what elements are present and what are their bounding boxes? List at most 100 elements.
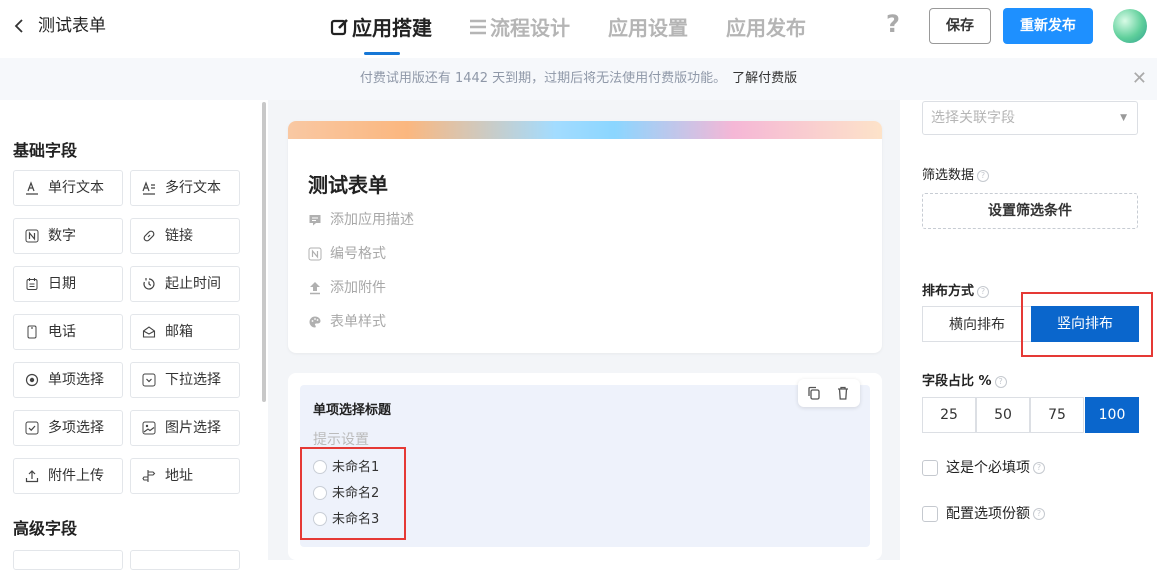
comment-icon bbox=[308, 213, 322, 227]
close-icon[interactable]: ✕ bbox=[1132, 58, 1147, 100]
tab-process-design[interactable]: 流程设计 bbox=[468, 14, 570, 44]
field-image-choice[interactable]: 图片选择 bbox=[130, 410, 240, 446]
field-label: 起止时间 bbox=[165, 276, 221, 292]
question-mark-icon[interactable]: ? bbox=[977, 169, 990, 182]
number-format-icon bbox=[308, 247, 322, 261]
field-number[interactable]: 数字 bbox=[13, 218, 123, 254]
save-button[interactable]: 保存 bbox=[929, 8, 991, 44]
republish-button[interactable]: 重新发布 bbox=[1003, 8, 1093, 44]
avatar[interactable] bbox=[1113, 9, 1147, 43]
help-icon[interactable]: ? bbox=[886, 10, 900, 38]
single-line-text-icon bbox=[25, 181, 39, 195]
palette-icon bbox=[308, 315, 322, 329]
field-label: 多行文本 bbox=[165, 180, 221, 196]
list-icon bbox=[468, 16, 488, 44]
option-label: 添加应用描述 bbox=[330, 212, 414, 228]
radio-icon bbox=[25, 373, 39, 387]
form-title[interactable]: 测试表单 bbox=[308, 169, 388, 198]
highlight-box bbox=[1021, 292, 1153, 357]
form-banner bbox=[288, 121, 882, 139]
palette-scrollbar[interactable] bbox=[262, 102, 266, 402]
add-app-description[interactable]: 添加应用描述 bbox=[308, 210, 414, 230]
question-mark-icon[interactable]: ? bbox=[1033, 508, 1045, 520]
tab-app-publish[interactable]: 应用发布 bbox=[726, 14, 806, 42]
checkbox-icon bbox=[25, 421, 39, 435]
question-mark-icon[interactable]: ? bbox=[977, 285, 990, 298]
ratio-option-100[interactable]: 100 bbox=[1085, 397, 1139, 433]
option-score-checkbox[interactable]: 配置选项份额? bbox=[922, 506, 1045, 522]
link-icon bbox=[142, 229, 156, 243]
ratio-option-25[interactable]: 25 bbox=[922, 397, 976, 433]
field-label: 下拉选择 bbox=[165, 372, 221, 388]
ratio-option-50[interactable]: 50 bbox=[976, 397, 1030, 433]
field-dropdown[interactable]: 下拉选择 bbox=[130, 362, 240, 398]
field-label: 单项选择 bbox=[48, 372, 104, 388]
copy-icon[interactable] bbox=[806, 385, 822, 401]
field-single-choice[interactable]: 单项选择 bbox=[13, 362, 123, 398]
field-phone[interactable]: 电话 bbox=[13, 314, 123, 350]
label-text: 筛选数据 bbox=[922, 168, 975, 183]
field-multi-choice[interactable]: 多项选择 bbox=[13, 410, 123, 446]
question-mark-icon[interactable]: ? bbox=[994, 375, 1007, 388]
attachment-upload-icon bbox=[308, 281, 322, 295]
label-text: 字段占比 % bbox=[922, 374, 992, 389]
mail-icon bbox=[142, 325, 156, 339]
field-label: 地址 bbox=[165, 468, 193, 484]
learn-paid-link[interactable]: 了解付费版 bbox=[732, 71, 797, 86]
tab-label: 流程设计 bbox=[490, 16, 570, 40]
checkbox-icon bbox=[922, 460, 938, 476]
required-checkbox[interactable]: 这是个必填项? bbox=[922, 460, 1045, 476]
label-text: 排布方式 bbox=[922, 284, 975, 299]
app-title: 测试表单 bbox=[38, 16, 106, 36]
field-label: 电话 bbox=[48, 324, 76, 340]
field-advanced-item[interactable] bbox=[130, 550, 240, 570]
field-label: 图片选择 bbox=[165, 420, 221, 436]
checkbox-icon bbox=[922, 506, 938, 522]
image-icon bbox=[142, 421, 156, 435]
tab-label: 应用搭建 bbox=[352, 16, 432, 40]
advanced-fields-title: 高级字段 bbox=[13, 519, 78, 538]
number-format[interactable]: 编号格式 bbox=[308, 244, 386, 264]
field-single-line-text[interactable]: 单行文本 bbox=[13, 170, 123, 206]
trial-notice-bar: 付费试用版还有 1442 天到期，过期后将无法使用付费版功能。 了解付费版 ✕ bbox=[0, 58, 1157, 100]
layout-label: 排布方式? bbox=[922, 280, 990, 299]
multi-line-text-icon bbox=[142, 181, 156, 195]
question-hint[interactable]: 提示设置 bbox=[313, 429, 369, 449]
set-filter-button[interactable]: 设置筛选条件 bbox=[922, 193, 1138, 229]
question-mark-icon[interactable]: ? bbox=[1033, 462, 1045, 474]
field-label: 附件上传 bbox=[48, 468, 104, 484]
field-label: 数字 bbox=[48, 228, 76, 244]
field-label: 日期 bbox=[48, 276, 76, 292]
field-advanced-item[interactable] bbox=[13, 550, 123, 570]
field-link[interactable]: 链接 bbox=[130, 218, 240, 254]
add-attachment[interactable]: 添加附件 bbox=[308, 278, 386, 298]
back-chevron-icon[interactable] bbox=[12, 14, 26, 45]
form-style[interactable]: 表单样式 bbox=[308, 312, 386, 332]
tab-label: 应用设置 bbox=[608, 16, 688, 40]
basic-fields-title: 基础字段 bbox=[13, 141, 78, 160]
tab-app-build[interactable]: 应用搭建 bbox=[330, 14, 432, 44]
top-bar: 测试表单 应用搭建 流程设计 应用设置 应用发布 ? 保存 重新发布 bbox=[0, 0, 1157, 58]
layout-horizontal-button[interactable]: 横向排布 bbox=[922, 306, 1032, 342]
related-field-select[interactable]: 选择关联字段 ▼ bbox=[922, 101, 1138, 135]
ratio-option-75[interactable]: 75 bbox=[1030, 397, 1084, 433]
question-title[interactable]: 单项选择标题 bbox=[313, 399, 391, 418]
field-attachment-upload[interactable]: 附件上传 bbox=[13, 458, 123, 494]
field-label: 单行文本 bbox=[48, 180, 104, 196]
delete-icon[interactable] bbox=[835, 385, 851, 401]
field-date[interactable]: 日期 bbox=[13, 266, 123, 302]
field-label: 链接 bbox=[165, 228, 193, 244]
option-label: 表单样式 bbox=[330, 314, 386, 330]
tab-app-settings[interactable]: 应用设置 bbox=[608, 14, 688, 42]
field-time-range[interactable]: 起止时间 bbox=[130, 266, 240, 302]
field-ratio-label: 字段占比 %? bbox=[922, 370, 1007, 389]
field-multi-line-text[interactable]: 多行文本 bbox=[130, 170, 240, 206]
number-icon bbox=[25, 229, 39, 243]
option-label: 编号格式 bbox=[330, 246, 386, 262]
field-email[interactable]: 邮箱 bbox=[130, 314, 240, 350]
option-label: 添加附件 bbox=[330, 280, 386, 296]
filter-data-label: 筛选数据? bbox=[922, 164, 990, 183]
calendar-icon bbox=[25, 277, 39, 291]
time-range-icon bbox=[142, 277, 156, 291]
field-address[interactable]: 地址 bbox=[130, 458, 240, 494]
